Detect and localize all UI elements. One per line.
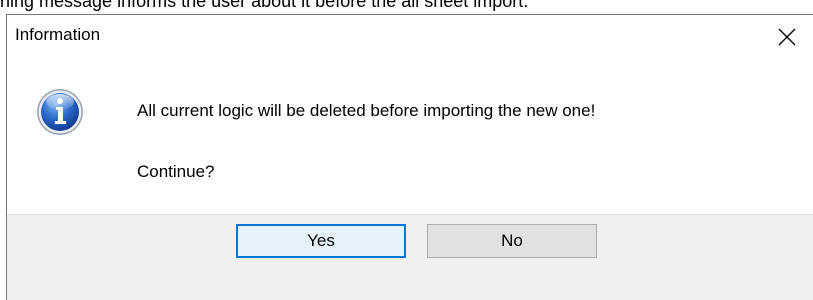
dialog-title: Information	[15, 25, 101, 44]
close-icon	[778, 28, 796, 46]
screenshot-page: ning message informs the user about it b…	[0, 0, 813, 300]
no-button[interactable]: No	[427, 224, 597, 258]
dialog-content: All current logic will be deleted before…	[7, 59, 813, 214]
background-caption-text: ning message informs the user about it b…	[0, 0, 529, 11]
information-dialog: Information All current logic will be de…	[6, 14, 813, 300]
dialog-message: All current logic will be deleted before…	[137, 101, 596, 120]
dialog-button-bar: Yes No	[7, 214, 813, 300]
close-button[interactable]	[765, 15, 809, 59]
information-icon	[37, 89, 83, 135]
dialog-prompt: Continue?	[137, 162, 215, 181]
dialog-titlebar[interactable]: Information	[7, 15, 813, 59]
yes-button[interactable]: Yes	[236, 224, 406, 258]
